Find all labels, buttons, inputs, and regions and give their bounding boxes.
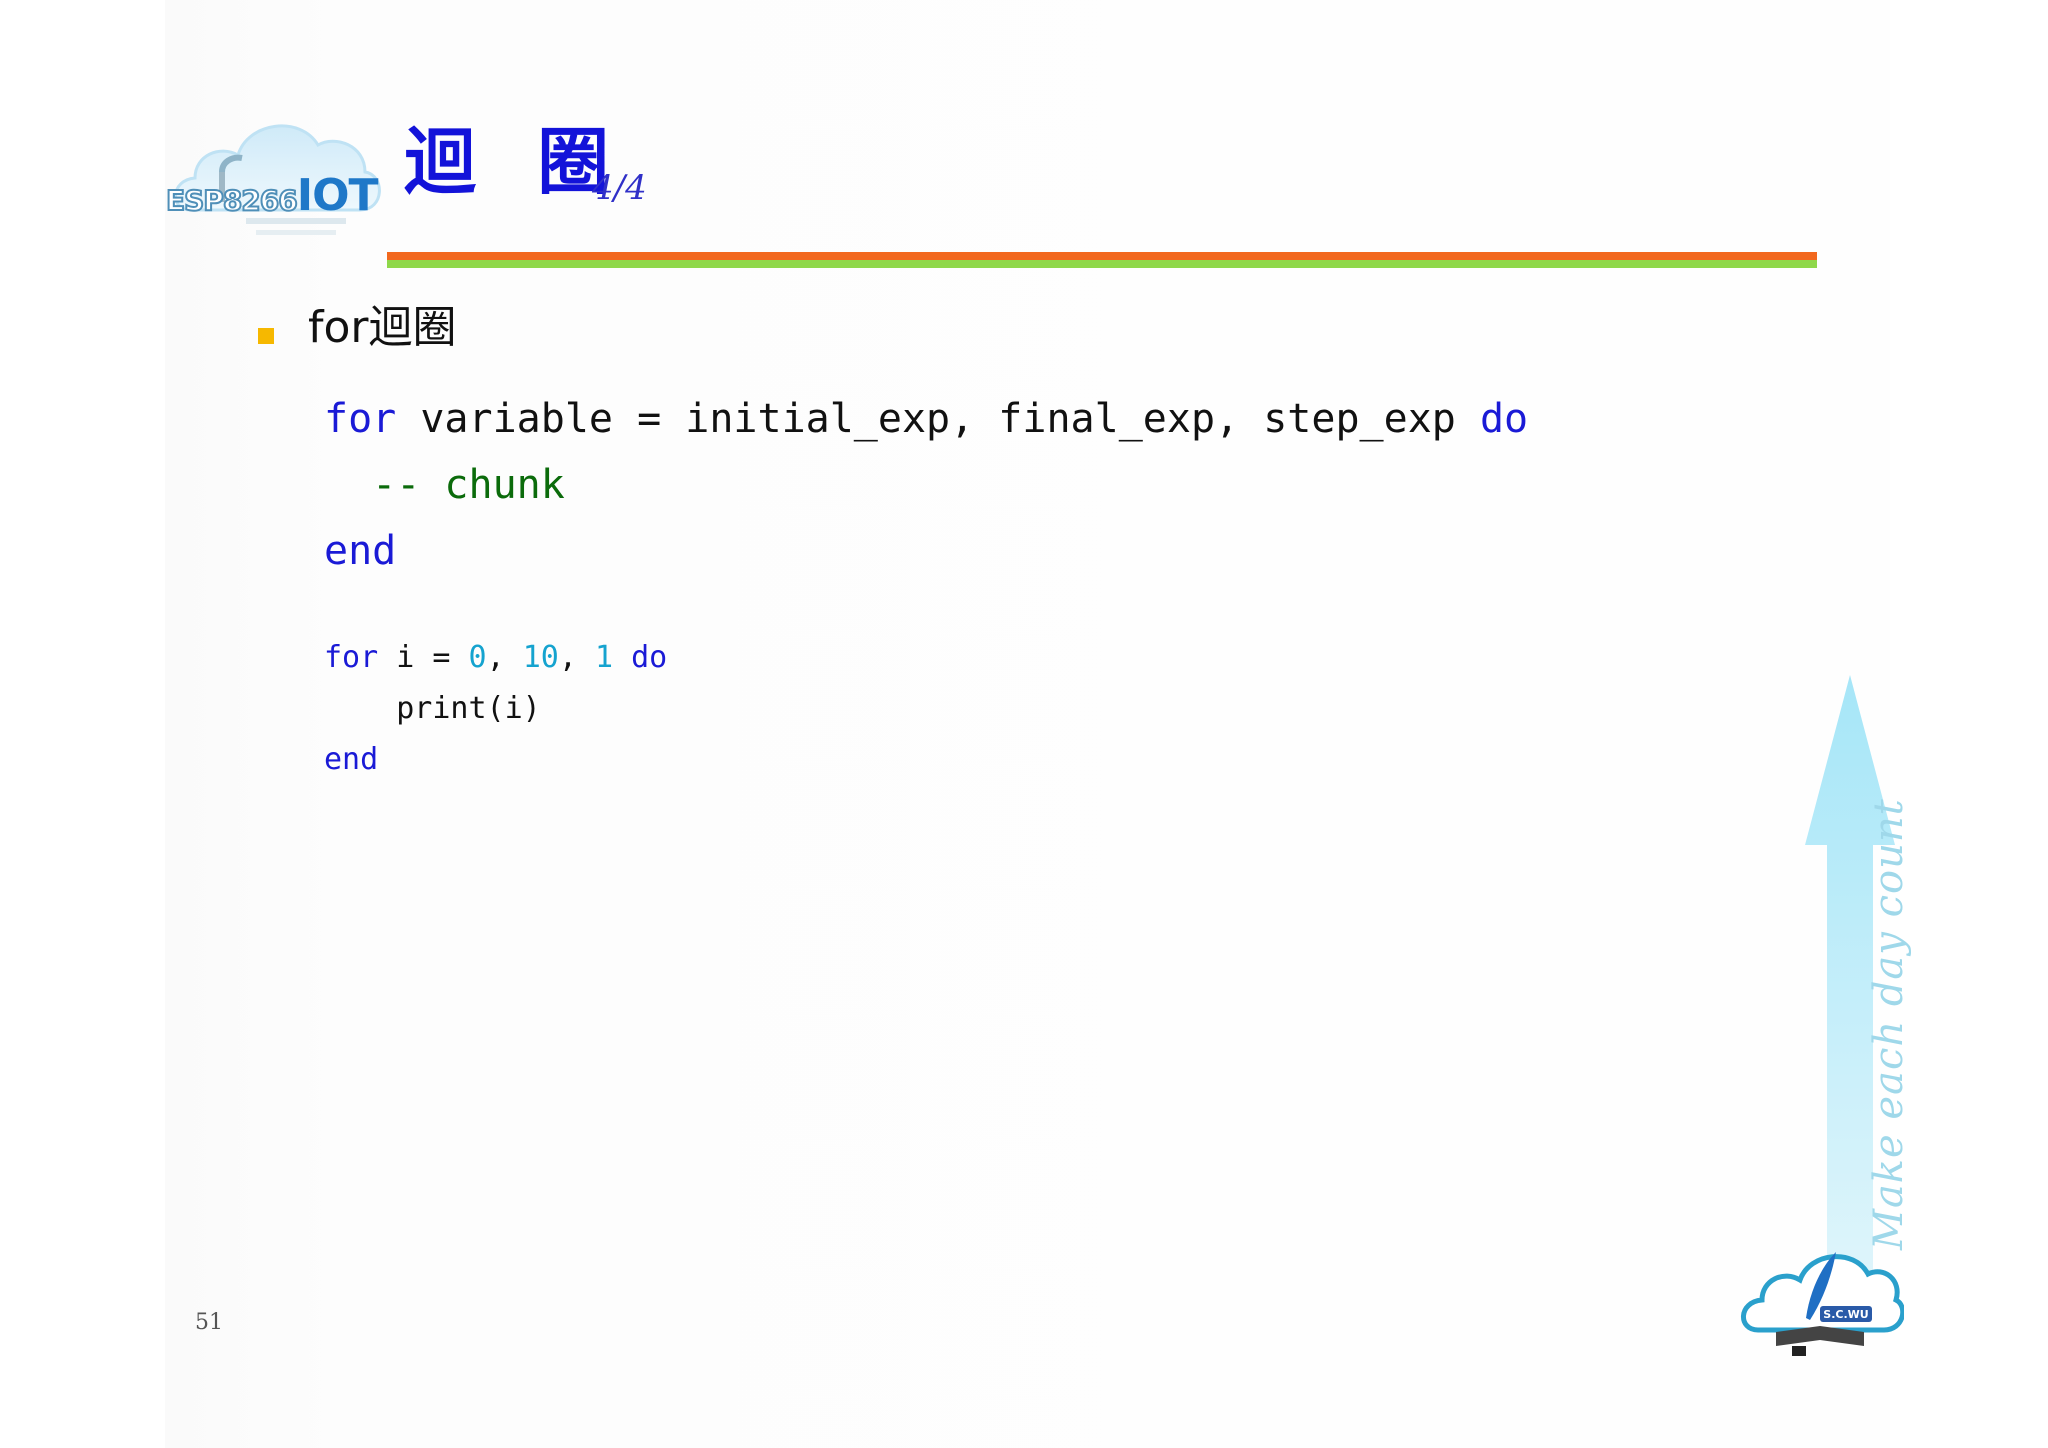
keyword-end: end <box>324 528 397 574</box>
bullet-square-icon <box>258 328 274 344</box>
logo-text: ESP8266IOT <box>165 170 379 221</box>
footer-logo: S.C.WU <box>1736 1240 1906 1360</box>
code-text: , <box>558 640 595 675</box>
bullet-text: for迴圈 <box>308 302 457 353</box>
page-indicator: 4/4 <box>592 168 647 208</box>
header-rule-orange <box>387 252 1817 260</box>
keyword-end: end <box>324 742 379 777</box>
code-text: i = <box>378 640 469 675</box>
code-block-example: for i = 0, 10, 1 do print(i) end <box>324 632 667 785</box>
code-text: print(i) <box>324 691 541 726</box>
keyword-for: for <box>324 640 379 675</box>
logo-esp-text: ESP8266 <box>165 183 299 218</box>
keyword-do: do <box>631 640 668 675</box>
keyword-do: do <box>1479 396 1529 442</box>
code-text: variable = initial_exp, final_exp, step_… <box>396 396 1480 442</box>
cloud-book-quill-icon: S.C.WU <box>1741 1252 1906 1356</box>
footer-logo-text: S.C.WU <box>1823 1308 1868 1321</box>
code-comment: -- chunk <box>372 462 565 508</box>
number-literal: 1 <box>594 640 613 675</box>
slide: ESP8266IOT 迴 圈 4/4 for迴圈 for variable = … <box>0 0 2048 1448</box>
header-rule-green <box>387 260 1817 268</box>
logo-iot-text: IOT <box>296 170 379 221</box>
code-block-syntax: for variable = initial_exp, final_exp, s… <box>324 386 1528 584</box>
page-number: 51 <box>195 1310 223 1335</box>
code-text: , <box>486 640 523 675</box>
keyword-for: for <box>324 396 397 442</box>
number-literal: 0 <box>468 640 487 675</box>
esp8266-iot-logo: ESP8266IOT <box>160 110 390 250</box>
motto-text: Make each day count <box>1866 798 1912 1250</box>
number-literal: 10 <box>522 640 559 675</box>
